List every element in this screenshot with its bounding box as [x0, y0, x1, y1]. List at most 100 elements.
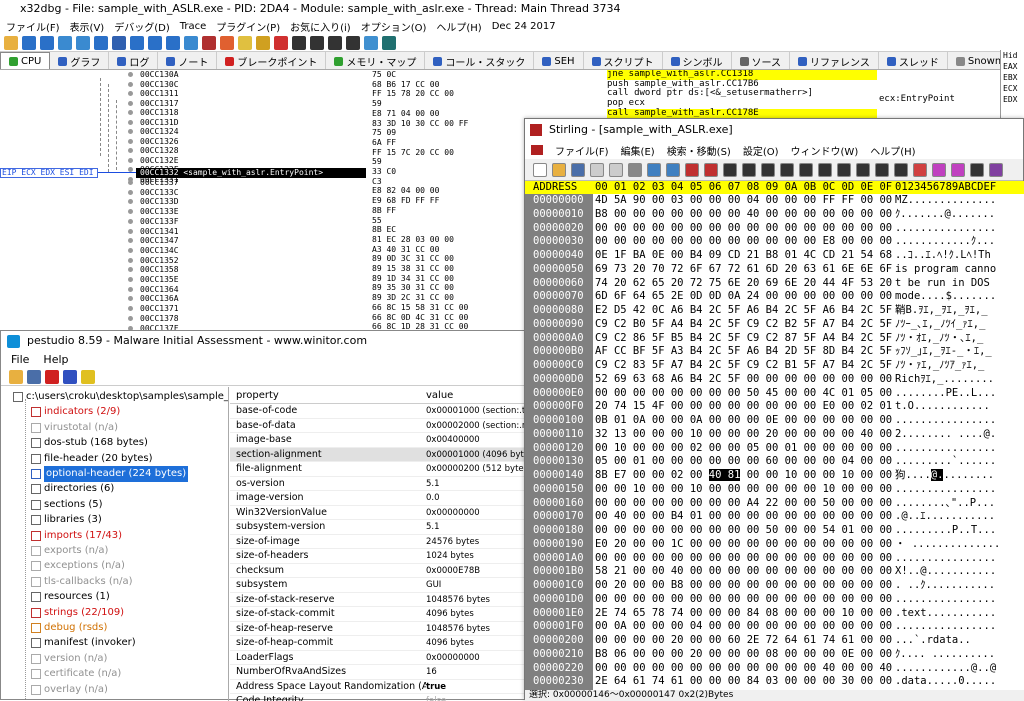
- bp-dot[interactable]: [128, 247, 133, 253]
- hex-row[interactable]: 00000030 00 00 00 00 00 00 00 00 00 00 00…: [525, 235, 1024, 249]
- hex-row[interactable]: 000001A0 00 00 00 00 00 00 00 00 00 00 00…: [525, 552, 1024, 566]
- stirling-toolbar-icon[interactable]: [685, 162, 699, 177]
- save-icon[interactable]: [27, 369, 41, 384]
- close-x-icon[interactable]: [45, 369, 59, 384]
- stirling-menu-item[interactable]: 検索・移動(S): [667, 143, 731, 158]
- hex-row[interactable]: 000001D0 00 00 00 00 00 00 00 00 00 00 00…: [525, 593, 1024, 607]
- x32dbg-menu-item[interactable]: Trace: [180, 21, 207, 32]
- hex-row-bytes[interactable]: B8 00 00 00 00 00 00 00 40 00 00 00 00 0…: [595, 208, 892, 222]
- hex-row-chars[interactable]: MZ..............: [895, 194, 996, 208]
- hex-row-bytes[interactable]: 00 00 00 00 00 00 00 00 00 50 00 00 54 0…: [595, 524, 892, 538]
- hex-row-chars[interactable]: t be run in DOS: [895, 277, 990, 291]
- hex-row-chars[interactable]: 鞘B.ｦｴ,_ｦｴ,_ｦｴ,_: [895, 304, 988, 318]
- hex-row[interactable]: 00000100 0B 01 0A 00 00 0A 00 00 00 0E 00…: [525, 414, 1024, 428]
- stirling-toolbar-icon[interactable]: [875, 162, 889, 177]
- tree-node[interactable]: sections (5): [31, 497, 103, 513]
- hex-row[interactable]: 000000A0 C9 C2 86 5F B5 B4 2C 5F C9 C2 87…: [525, 332, 1024, 346]
- toolbar-button-icon[interactable]: [130, 35, 144, 50]
- asm-instruction[interactable]: call dword ptr ds:[<&_setusermatherr>]: [607, 89, 877, 100]
- hex-row-bytes[interactable]: 0B 01 0A 00 00 0A 00 00 00 0E 00 00 00 0…: [595, 414, 892, 428]
- bp-dot[interactable]: [128, 315, 133, 321]
- hex-row-chars[interactable]: .text...........: [895, 607, 996, 621]
- tree-node[interactable]: overlay (n/a): [31, 682, 108, 698]
- hex-row[interactable]: 000001C0 00 20 00 00 B8 00 00 00 00 00 00…: [525, 579, 1024, 593]
- tree-node[interactable]: libraries (3): [31, 512, 102, 528]
- register-label[interactable]: Hid: [1003, 50, 1024, 61]
- hex-row[interactable]: 000000B0 AF CC BF 5F A3 B4 2C 5F A6 B4 2D…: [525, 345, 1024, 359]
- x32dbg-menu-item[interactable]: ヘルプ(H): [436, 19, 481, 34]
- selected-bytes[interactable]: 40 81: [708, 469, 741, 481]
- hex-row-chars[interactable]: mode....$.......: [895, 290, 996, 304]
- hex-row[interactable]: 00000120 00 10 00 00 00 02 00 00 05 00 01…: [525, 442, 1024, 456]
- hex-row-bytes[interactable]: 00 40 00 00 B4 01 00 00 00 00 00 00 00 0…: [595, 510, 892, 524]
- hex-row-bytes[interactable]: E0 20 00 00 1C 00 00 00 00 00 00 00 00 0…: [595, 538, 892, 552]
- hex-row-bytes[interactable]: 20 74 15 4F 00 00 00 00 00 00 00 00 E0 0…: [595, 400, 892, 414]
- tree-node[interactable]: imports (17/43): [31, 528, 122, 544]
- stirling-toolbar-icon[interactable]: [647, 162, 661, 177]
- hex-row-chars[interactable]: ﾉﾂ・ｧｴ,_ﾉﾂｱ_ｧｴ,_: [895, 359, 984, 373]
- stirling-toolbar-icon[interactable]: [590, 162, 604, 177]
- pestudio-menu-item[interactable]: Help: [43, 351, 68, 368]
- doc-icon[interactable]: [531, 145, 543, 155]
- bp-dot[interactable]: [128, 228, 133, 234]
- hex-row-bytes[interactable]: 00 00 00 00 00 00 00 00 A4 22 00 00 50 0…: [595, 497, 892, 511]
- property-row[interactable]: NumberOfRvaAndSizes 16: [230, 665, 528, 680]
- x32dbg-menu-item[interactable]: ファイル(F): [6, 19, 60, 34]
- register-label[interactable]: EDX: [1003, 94, 1024, 105]
- hex-row-bytes[interactable]: 69 73 20 70 72 6F 67 72 61 6D 20 63 61 6…: [595, 263, 892, 277]
- stirling-toolbar-icon[interactable]: [609, 162, 623, 177]
- hex-row-chars[interactable]: ..ｺ..ｴ.ﾍ!ｸ.Lﾍ!Th: [895, 249, 991, 263]
- hex-row-chars[interactable]: ........､"..P...: [895, 497, 995, 511]
- hex-row[interactable]: 00000020 00 00 00 00 00 00 00 00 00 00 00…: [525, 222, 1024, 236]
- tab-1[interactable]: グラフ: [50, 52, 110, 69]
- hex-row-chars[interactable]: ............@..@: [895, 662, 996, 676]
- property-row[interactable]: Address Space Layout Randomization (ASLR…: [230, 680, 528, 694]
- tab-8[interactable]: スクリプト: [584, 52, 663, 69]
- tree-node[interactable]: version (n/a): [31, 651, 107, 667]
- stirling-toolbar-icon[interactable]: [970, 162, 984, 177]
- bp-dot[interactable]: [128, 199, 133, 205]
- stirling-menu-item[interactable]: ウィンドウ(W): [791, 143, 859, 158]
- hex-row-bytes[interactable]: 2E 64 61 74 61 00 00 00 84 03 00 00 00 3…: [595, 675, 892, 689]
- bp-dot[interactable]: [128, 306, 133, 312]
- x32dbg-menu-item[interactable]: 表示(V): [70, 19, 105, 34]
- hex-row-bytes[interactable]: C9 C2 B0 5F A4 B4 2C 5F C9 C2 B2 5F A7 B…: [595, 318, 892, 332]
- hex-row-chars[interactable]: ................: [895, 620, 996, 634]
- hex-row-bytes[interactable]: 05 00 01 00 00 00 00 00 00 60 00 00 00 0…: [595, 455, 892, 469]
- hex-row-chars[interactable]: .data.....0.....: [895, 675, 996, 689]
- tree-node[interactable]: resources (1): [31, 589, 110, 605]
- tab-3[interactable]: ノート: [158, 52, 218, 69]
- col-property-header[interactable]: property: [230, 387, 426, 403]
- hex-row-chars[interactable]: 狗....@.........: [895, 469, 994, 483]
- property-row[interactable]: size-of-headers 1024 bytes: [230, 549, 528, 564]
- bp-dot[interactable]: [128, 209, 133, 215]
- toolbar-button-icon[interactable]: [220, 35, 234, 50]
- property-row[interactable]: os-version 5.1: [230, 477, 528, 491]
- selected-chars[interactable]: @.: [930, 469, 944, 481]
- hex-row-chars[interactable]: ｸ.... ..........: [895, 648, 995, 662]
- hex-row-bytes[interactable]: 00 20 00 00 B8 00 00 00 00 00 00 00 00 0…: [595, 579, 892, 593]
- hex-row[interactable]: 000001E0 2E 74 65 78 74 00 00 00 84 08 00…: [525, 607, 1024, 621]
- hex-row-chars[interactable]: ................: [895, 442, 996, 456]
- toolbar-button-icon[interactable]: [112, 35, 126, 50]
- bp-dot[interactable]: [128, 110, 133, 115]
- hex-row-chars[interactable]: ﾉﾂ・ｵｴ,_ﾉﾂ・､ｴ,_: [895, 332, 983, 346]
- hex-row[interactable]: 00000000 4D 5A 90 00 03 00 00 00 04 00 00…: [525, 194, 1024, 208]
- bp-dot[interactable]: [128, 81, 133, 87]
- tab-0[interactable]: CPU: [0, 52, 51, 69]
- x32dbg-menu-item[interactable]: プラグイン(P): [216, 19, 280, 34]
- tree-node[interactable]: strings (22/109): [31, 605, 124, 621]
- hex-row-bytes[interactable]: C9 C2 83 5F A7 B4 2C 5F C9 C2 B1 5F A7 B…: [595, 359, 892, 373]
- stirling-toolbar-icon[interactable]: [837, 162, 851, 177]
- hex-row[interactable]: 00000040 0E 1F BA 0E 00 B4 09 CD 21 B8 01…: [525, 249, 1024, 263]
- tree-node[interactable]: optional-header (224 bytes): [31, 466, 189, 482]
- stirling-toolbar-icon[interactable]: [571, 162, 585, 177]
- hex-row-bytes[interactable]: 00 00 00 00 00 00 00 00 00 00 00 00 E8 0…: [595, 235, 892, 249]
- hex-row[interactable]: 000000C0 C9 C2 83 5F A7 B4 2C 5F C9 C2 B1…: [525, 359, 1024, 373]
- tab-10[interactable]: ソース: [732, 52, 791, 69]
- property-row[interactable]: file-alignment 0x00000200 (512 bytes): [230, 462, 528, 477]
- hex-row-chars[interactable]: X!..@...........: [895, 565, 996, 579]
- stirling-toolbar-icon[interactable]: [761, 162, 775, 177]
- stirling-toolbar-icon[interactable]: [951, 162, 965, 177]
- register-label[interactable]: EAX: [1003, 61, 1024, 72]
